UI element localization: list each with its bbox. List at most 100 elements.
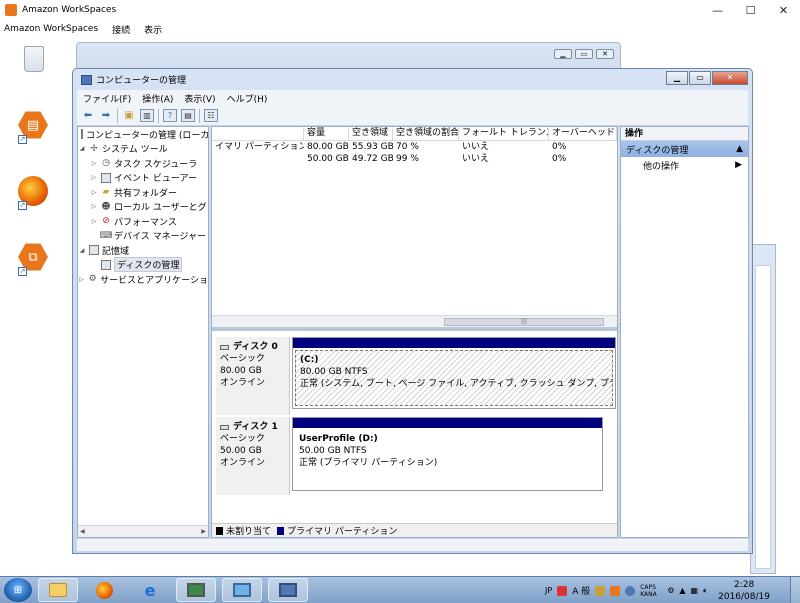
bg-close-icon[interactable]: ✕ — [596, 49, 614, 59]
column-header-free-percent[interactable]: 空き領域の割合 — [393, 127, 459, 140]
console-view-icon[interactable]: ▤ — [181, 109, 195, 122]
tree-item-performance[interactable]: ▷ ⊘ パフォーマンス — [78, 214, 208, 229]
tree-item-shared-folders[interactable]: ▷ ▰ 共有フォルダー — [78, 185, 208, 200]
partition-d[interactable]: UserProfile (D:) 50.00 GB NTFS 正常 (プライマリ… — [292, 417, 603, 491]
taskbar-explorer[interactable] — [38, 578, 78, 602]
partition-c[interactable]: (C:) 80.00 GB NTFS 正常 (システム, ブート, ページ ファ… — [292, 337, 616, 409]
disk-1-label[interactable]: ディスク 1 ベーシック 50.00 GB オンライン — [216, 417, 290, 495]
tree-expand-toggle[interactable]: ▷ — [90, 218, 98, 225]
disk-management-pane: 容量 空き領域 空き領域の割合 フォールト トレランス オーバーヘッド イマリ … — [211, 126, 618, 538]
mmc-close-button[interactable]: ✕ — [712, 71, 748, 85]
show-desktop-button[interactable] — [790, 577, 800, 603]
show-hide-tree-icon[interactable]: ▥ — [140, 109, 154, 122]
scrollbar-thumb[interactable]: ||| — [444, 318, 604, 326]
remote-desktop-shortcut-icon[interactable]: ⧉ ↗ — [18, 242, 50, 276]
help-tray-icon[interactable] — [625, 585, 636, 596]
table-row[interactable]: 50.00 GB 49.72 GB 99 % いいえ 0% — [212, 153, 617, 165]
background-window-right[interactable] — [750, 244, 776, 574]
menu-connect[interactable]: 接続 — [112, 23, 130, 36]
menu-file[interactable]: ファイル(F) — [83, 92, 131, 105]
tree-expand-toggle[interactable]: ▷ — [90, 174, 98, 181]
bg-minimize-icon[interactable]: ▁ — [554, 49, 572, 59]
disk-1-row[interactable]: ディスク 1 ベーシック 50.00 GB オンライン UserProfile … — [212, 417, 617, 499]
tray-settings-icon[interactable]: ⚙ — [667, 586, 674, 595]
disk-mgmt-icon — [101, 259, 111, 270]
clock-icon: ◷ — [102, 158, 110, 169]
taskbar-ie[interactable]: e — [130, 578, 170, 602]
tray-expand-icon[interactable]: ▲ — [679, 586, 685, 595]
minimize-button[interactable]: — — [701, 0, 734, 20]
volume-icon[interactable]: 🔈︎ — [703, 586, 708, 596]
tree-item-storage[interactable]: ◢ 記憶域 — [78, 243, 208, 258]
taskbar-task-manager[interactable] — [176, 578, 216, 602]
taskbar-clock[interactable]: 2:28 2016/08/19 — [718, 579, 770, 603]
tree-item-task-scheduler[interactable]: ▷ ◷ タスク スケジューラ — [78, 156, 208, 171]
ime-pad-icon[interactable] — [610, 585, 621, 596]
tree-item-disk-management[interactable]: ディスクの管理 — [78, 257, 208, 273]
help-icon[interactable]: ? — [163, 109, 177, 122]
maximize-button[interactable]: ☐ — [734, 0, 767, 20]
computer-management-icon — [279, 583, 297, 597]
column-header-free-space[interactable]: 空き領域 — [349, 127, 393, 140]
column-header-overhead[interactable]: オーバーヘッド — [549, 127, 617, 140]
menu-amazon-workspaces[interactable]: Amazon WorkSpaces — [4, 24, 98, 34]
remote-desktop: ▤ ↗ ↗ ⧉ ↗ ▁ ▭ ✕ コンピューターの管理 ▁ ▭ ✕ ファイル(F) 操… — [0, 38, 800, 576]
mmc-status-bar — [77, 539, 748, 551]
back-arrow-icon[interactable]: ⬅ — [81, 109, 95, 122]
tree-expand-toggle[interactable]: ▷ — [90, 203, 98, 210]
mmc-titlebar: コンピューターの管理 — [81, 73, 186, 86]
taskbar-remote-desktop[interactable] — [222, 578, 262, 602]
disk-0-row[interactable]: ディスク 0 ベーシック 80.00 GB オンライン (C:) 80.00 G… — [212, 337, 617, 419]
menu-action[interactable]: 操作(A) — [142, 92, 173, 105]
actions-other[interactable]: 他の操作 ▶ — [621, 157, 748, 173]
volume-horizontal-scrollbar[interactable]: ||| — [212, 315, 617, 327]
tree-item-services-apps[interactable]: ▷ ⚙ サービスとアプリケーショ — [78, 272, 208, 287]
properties-icon[interactable]: ☷ — [204, 109, 218, 122]
language-indicator[interactable]: JP — [545, 586, 552, 595]
collapse-up-icon[interactable]: ▲ — [736, 144, 743, 154]
tree-item-computer-management[interactable]: コンピューターの管理 (ローカ — [78, 127, 208, 142]
column-header-capacity[interactable]: 容量 — [304, 127, 349, 140]
scroll-left-icon[interactable]: ◀ — [80, 528, 85, 535]
tree-item-local-users[interactable]: ▷ ☻ ローカル ユーザーとグ — [78, 200, 208, 215]
bg-maximize-icon[interactable]: ▭ — [575, 49, 593, 59]
workspaces-menubar: Amazon WorkSpaces 接続 表示 — [0, 20, 800, 38]
tree-expand-toggle[interactable]: ▷ — [78, 276, 85, 283]
tree-item-device-manager[interactable]: ⌨ デバイス マネージャー — [78, 229, 208, 244]
menu-view[interactable]: 表示 — [144, 23, 162, 36]
menu-help[interactable]: ヘルプ(H) — [227, 92, 268, 105]
scroll-right-icon[interactable]: ▶ — [201, 528, 206, 535]
column-header-volume[interactable] — [212, 127, 304, 140]
mmc-minimize-button[interactable]: ▁ — [666, 71, 688, 85]
menu-view[interactable]: 表示(V) — [184, 92, 215, 105]
tree-expand-toggle[interactable]: ◢ — [78, 247, 86, 254]
close-button[interactable]: ✕ — [767, 0, 800, 20]
tree-expand-toggle[interactable]: ◢ — [78, 145, 86, 152]
tree-item-event-viewer[interactable]: ▷ イベント ビューアー — [78, 171, 208, 186]
tree-expand-toggle[interactable]: ▷ — [90, 160, 98, 167]
taskbar-firefox[interactable] — [84, 578, 124, 602]
workspaces-shortcut-icon[interactable]: ▤ ↗ — [18, 110, 50, 144]
mmc-maximize-button[interactable]: ▭ — [689, 71, 711, 85]
actions-disk-management[interactable]: ディスクの管理 ▲ — [621, 141, 748, 157]
taskbar-computer-management[interactable] — [268, 578, 308, 602]
tree-item-system-tools[interactable]: ◢ ✢ システム ツール — [78, 142, 208, 157]
firefox-shortcut-icon[interactable]: ↗ — [18, 176, 50, 210]
disk-0-label[interactable]: ディスク 0 ベーシック 80.00 GB オンライン — [216, 337, 290, 415]
forward-arrow-icon[interactable]: ➡ — [99, 109, 113, 122]
ime-mode[interactable]: A 般 — [572, 584, 590, 597]
column-header-fault-tolerance[interactable]: フォールト トレランス — [459, 127, 549, 140]
actions-pane: 操作 ディスクの管理 ▲ 他の操作 ▶ — [620, 126, 749, 538]
tree-horizontal-scrollbar[interactable]: ◀ ▶ — [78, 525, 208, 537]
recycle-bin-icon[interactable] — [18, 44, 50, 76]
up-folder-icon[interactable]: ▣ — [122, 109, 136, 122]
services-icon: ⚙ — [88, 274, 97, 285]
ime-tool-icon[interactable] — [595, 585, 606, 596]
network-icon[interactable]: ▦ — [691, 586, 699, 595]
tree-expand-toggle[interactable]: ▷ — [90, 189, 98, 196]
users-icon: ☻ — [101, 201, 111, 212]
table-row[interactable]: イマリ パーティション) 80.00 GB 55.93 GB 70 % いいえ … — [212, 141, 617, 153]
start-button[interactable]: ⊞ — [4, 578, 32, 602]
hard-disk-icon — [220, 344, 229, 350]
ime-icon[interactable] — [557, 585, 568, 596]
